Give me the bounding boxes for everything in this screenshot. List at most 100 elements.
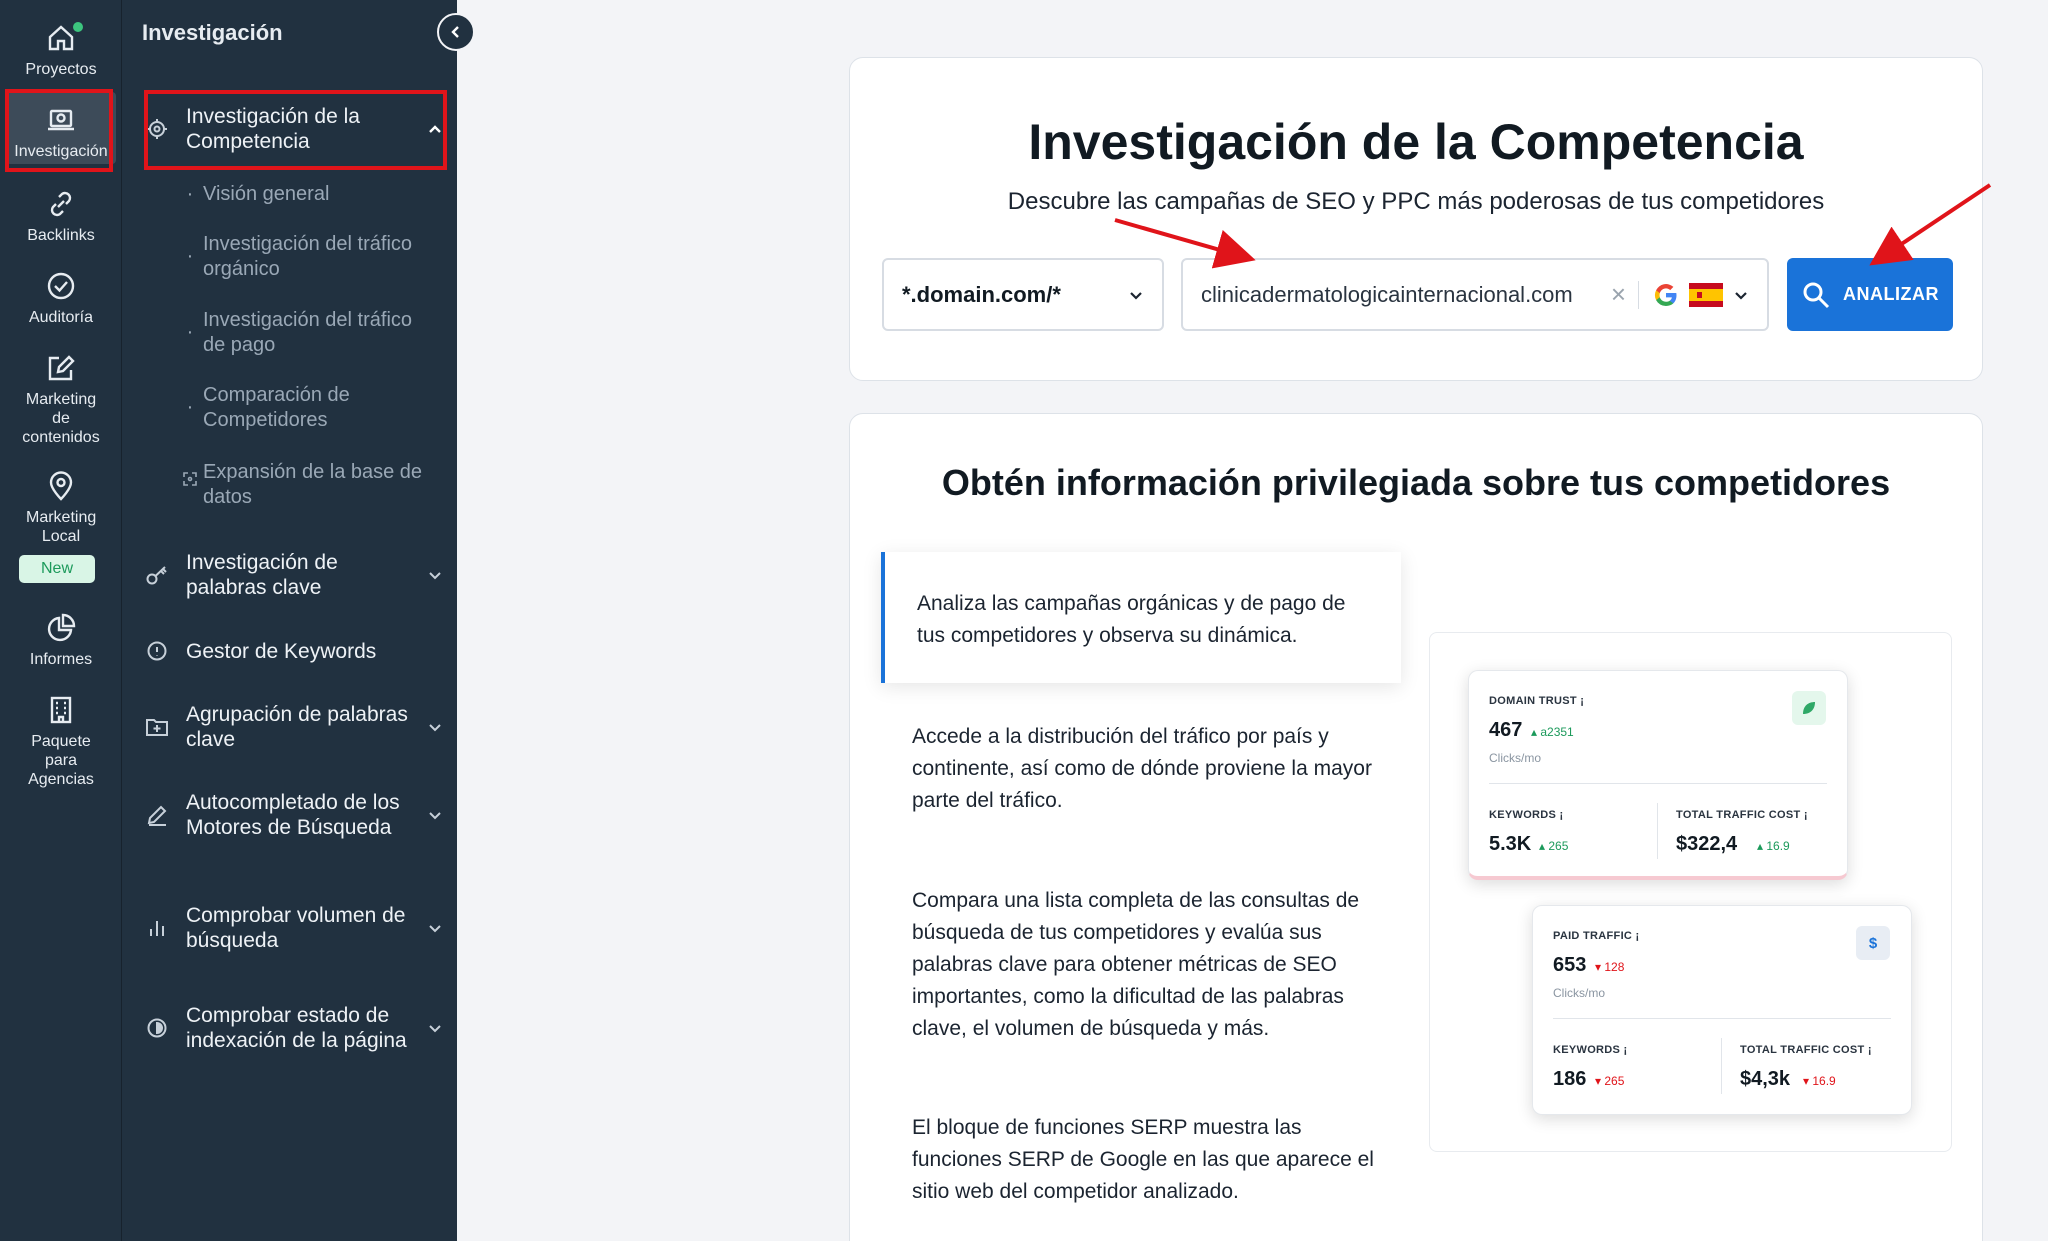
subitem-expansion[interactable]: Expansión de la base de datos bbox=[177, 460, 437, 510]
bullet-icon: · bbox=[186, 183, 194, 205]
metric-unit: Clicks/mo bbox=[1489, 751, 1542, 765]
expand-icon bbox=[177, 460, 203, 510]
collapse-sidebar-button[interactable] bbox=[437, 13, 475, 51]
search-icon bbox=[1803, 282, 1830, 308]
nav-item-agrupacion[interactable]: Agrupación de palabras clave bbox=[144, 702, 444, 752]
divider bbox=[1489, 783, 1827, 784]
subitem-trafico-pago[interactable]: · Investigación del tráfico de pago bbox=[177, 308, 437, 358]
metric-label: KEYWORDS ¡ bbox=[1489, 809, 1564, 821]
clear-icon[interactable]: × bbox=[1611, 279, 1626, 310]
page-title: Investigación de la Competencia bbox=[1028, 114, 1804, 170]
metric-label: TOTAL TRAFFIC COST ¡ bbox=[1740, 1044, 1872, 1056]
chevron-down-icon bbox=[429, 1025, 441, 1033]
metric-value: 467 bbox=[1489, 719, 1523, 741]
notification-dot bbox=[73, 22, 83, 32]
metric-delta: ▾ 128 bbox=[1595, 960, 1625, 974]
chevron-left-icon bbox=[451, 26, 459, 38]
nav-item-autocompletado[interactable]: Autocompletado de los Motores de Búsqued… bbox=[144, 790, 444, 840]
bullet-icon: · bbox=[186, 245, 194, 267]
nav-item-palabras-clave[interactable]: Investigación de palabras clave bbox=[144, 550, 444, 600]
domain-trust-card: DOMAIN TRUST ¡ 467 ▴ a2351 Clicks/mo KEY… bbox=[1468, 670, 1848, 880]
domain-input[interactable]: clinicadermatologicainternacional.com × bbox=[1181, 258, 1769, 331]
scope-select-value: *.domain.com/* bbox=[902, 281, 1061, 307]
metric-delta: ▴ 16.9 bbox=[1757, 839, 1790, 853]
subitem-vision-general[interactable]: · Visión general bbox=[177, 182, 437, 207]
rail-item-informes[interactable]: Informes bbox=[6, 612, 116, 672]
metric-delta: ▾ 16.9 bbox=[1803, 1074, 1836, 1088]
highlight-box bbox=[144, 90, 447, 170]
divider bbox=[1657, 803, 1658, 859]
chevron-down-icon[interactable] bbox=[1733, 287, 1749, 303]
analyze-button[interactable]: ANALIZAR bbox=[1787, 258, 1953, 331]
feature-item-traffic-distribution[interactable]: Accede a la distribución del tráfico por… bbox=[912, 721, 1382, 817]
divider bbox=[1721, 1038, 1722, 1094]
nav-item-label: Investigación de palabras clave bbox=[186, 551, 338, 599]
feature-item-keywords[interactable]: Compara una lista completa de las consul… bbox=[912, 885, 1382, 1045]
metric-label: PAID TRAFFIC ¡ bbox=[1553, 930, 1640, 942]
pie-chart-icon bbox=[47, 613, 76, 642]
subitem-trafico-organico[interactable]: · Investigación del tráfico orgánico bbox=[177, 232, 437, 282]
nav-item-label: Agrupación de palabras clave bbox=[186, 703, 408, 751]
metric-value: $4,3k bbox=[1740, 1068, 1791, 1090]
feature-item-serp[interactable]: El bloque de funciones SERP muestra las … bbox=[912, 1112, 1382, 1208]
dollar-icon: $ bbox=[1856, 926, 1890, 960]
metric-value: 653 bbox=[1553, 954, 1587, 976]
nav-item-indexacion[interactable]: Comprobar estado de indexación de la pág… bbox=[144, 1003, 444, 1053]
rail-label: Marketing Local bbox=[26, 509, 97, 545]
nav-item-volumen[interactable]: Comprobar volumen de búsqueda bbox=[144, 903, 444, 953]
feature-text: Analiza las campañas orgánicas y de pago… bbox=[917, 592, 1346, 647]
rail-label: Auditoría bbox=[28, 309, 94, 326]
metric-delta: ▾ 265 bbox=[1595, 1074, 1625, 1088]
icon-rail: Proyectos Investigación Backlinks Audito… bbox=[0, 0, 122, 1241]
building-icon bbox=[50, 696, 72, 724]
dollar-glyph: $ bbox=[1868, 934, 1878, 952]
subitem-comparacion[interactable]: · Comparación de Competidores bbox=[177, 383, 437, 433]
rail-item-proyectos[interactable]: Proyectos bbox=[6, 22, 116, 82]
check-circle-icon bbox=[47, 272, 75, 300]
metric-unit: Clicks/mo bbox=[1553, 986, 1606, 1000]
subitem-label: Expansión de la base de datos bbox=[203, 461, 423, 508]
half-circle-icon bbox=[144, 1015, 170, 1041]
google-icon[interactable] bbox=[1653, 282, 1679, 308]
metric-label: TOTAL TRAFFIC COST ¡ bbox=[1676, 809, 1808, 821]
sub-sidebar: Investigación Investigación de la Compet… bbox=[122, 0, 457, 1241]
feature-item-campaigns[interactable]: Analiza las campañas orgánicas y de pago… bbox=[881, 552, 1401, 683]
nav-item-label: Comprobar volumen de búsqueda bbox=[186, 904, 406, 952]
new-badge: New bbox=[19, 555, 95, 583]
chevron-down-icon bbox=[1130, 291, 1142, 300]
metric-value: 5.3K bbox=[1489, 833, 1532, 855]
edit-icon bbox=[48, 355, 75, 381]
nav-item-label: Autocompletado de los Motores de Búsqued… bbox=[186, 791, 400, 839]
paid-traffic-card: PAID TRAFFIC ¡ 653 ▾ 128 Clicks/mo $ KEY… bbox=[1532, 905, 1912, 1115]
rail-item-auditoria[interactable]: Auditoría bbox=[6, 270, 116, 330]
rail-item-marketing-contenidos[interactable]: Marketing de contenidos bbox=[6, 352, 116, 448]
domain-input-value: clinicadermatologicainternacional.com bbox=[1201, 281, 1573, 307]
info-circle-icon bbox=[144, 638, 170, 664]
map-pin-icon bbox=[49, 471, 73, 501]
rail-label: Paquete para Agencias bbox=[28, 733, 94, 788]
rail-label: Proyectos bbox=[25, 61, 97, 78]
divider bbox=[1638, 280, 1639, 309]
rail-label: Informes bbox=[29, 651, 93, 668]
scope-select[interactable]: *.domain.com/* bbox=[882, 258, 1164, 331]
nav-item-label: Comprobar estado de indexación de la pág… bbox=[186, 1004, 407, 1052]
rail-item-marketing-local[interactable]: Marketing Local bbox=[6, 470, 116, 546]
bullet-icon: · bbox=[186, 396, 194, 418]
leaf-icon bbox=[1792, 691, 1826, 725]
page-subtitle: Descubre las campañas de SEO y PPC más p… bbox=[1007, 188, 1825, 215]
subitem-label: Investigación del tráfico de pago bbox=[203, 309, 413, 356]
chevron-down-icon bbox=[429, 925, 441, 933]
rail-item-paquete-agencias[interactable]: Paquete para Agencias bbox=[6, 694, 116, 790]
nav-item-label: Gestor de Keywords bbox=[186, 639, 377, 663]
metric-label: DOMAIN TRUST ¡ bbox=[1489, 695, 1585, 707]
section-title: Obtén información privilegiada sobre tus… bbox=[941, 462, 1891, 503]
feature-text: El bloque de funciones SERP muestra las … bbox=[912, 1116, 1374, 1203]
feature-text: Accede a la distribución del tráfico por… bbox=[912, 725, 1372, 812]
spain-flag-icon[interactable] bbox=[1689, 282, 1723, 307]
chevron-down-icon bbox=[429, 572, 441, 580]
subitem-label: Investigación del tráfico orgánico bbox=[203, 233, 413, 280]
metric-delta: ▴ a2351 bbox=[1531, 725, 1574, 739]
bullet-icon: · bbox=[186, 321, 194, 343]
nav-item-gestor-keywords[interactable]: Gestor de Keywords bbox=[144, 638, 444, 664]
rail-item-backlinks[interactable]: Backlinks bbox=[6, 188, 116, 248]
